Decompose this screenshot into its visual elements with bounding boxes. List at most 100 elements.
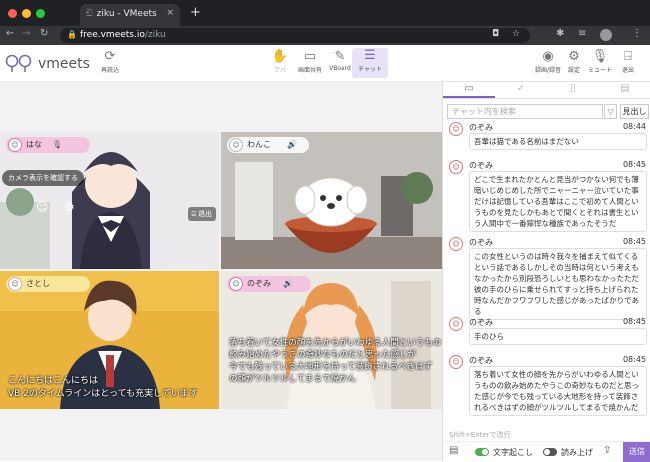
video-grid: ☺ はな 🎙 カメラ表示を確認する ☺ ⚙ ⍈ 退出 ☺ わんこ 🔊 ☺ さとし…: [0, 82, 442, 461]
transcribe-toggle[interactable]: [475, 448, 489, 456]
sender-avatar-icon: ☺: [449, 355, 463, 369]
folder-icon: ▤: [620, 83, 630, 94]
logo-text: vmeets: [38, 55, 90, 72]
send-button[interactable]: 送信: [623, 442, 650, 462]
camera-check-pill[interactable]: カメラ表示を確認する: [2, 170, 84, 186]
sender-name: のぞみ: [469, 356, 493, 365]
chat-toggle-button[interactable]: ☰ チャット: [352, 48, 388, 78]
browser-tab[interactable]: ඞ ziku - VMeets ×: [80, 4, 180, 26]
vmeets-logo-icon: [5, 54, 32, 72]
vboard-label: VBoard: [329, 65, 351, 72]
sender-avatar-icon: ☺: [449, 122, 463, 136]
chat-search-input[interactable]: [447, 104, 603, 119]
user-settings-icon[interactable]: ⚙: [64, 200, 75, 214]
sender-name: のぞみ: [469, 238, 493, 247]
browser-tab-bar: ඞ ziku - VMeets × +: [0, 0, 650, 26]
participant-name: さとし: [26, 279, 50, 288]
reload-browser-icon[interactable]: ↻: [40, 28, 48, 39]
profile-avatar[interactable]: [600, 29, 612, 41]
filter-icon[interactable]: ▽: [604, 104, 617, 119]
vmeets-logo: vmeets: [4, 53, 90, 73]
message-time: 08:45: [622, 237, 646, 246]
exit-label: 退出: [621, 67, 634, 74]
extension-icon[interactable]: ✱: [556, 28, 564, 39]
video-tile-hana[interactable]: ☺ はな 🎙 カメラ表示を確認する ☺ ⚙ ⍈ 退出: [0, 132, 219, 269]
screen-share-label: 画面共有: [297, 67, 322, 74]
upload-icon[interactable]: ⇪: [603, 445, 611, 456]
chat-input-hint[interactable]: Shift+Enterで改行: [449, 430, 511, 440]
subtitle-text: こんにちはこんにちは VB 2のタイムラインはとっても充実しています: [8, 376, 198, 399]
tab-tasks[interactable]: ✓: [495, 83, 547, 98]
chat-label: チャット: [358, 66, 382, 73]
midashi-button[interactable]: 見出し: [620, 104, 649, 119]
sender-avatar-icon: ☺: [449, 317, 463, 331]
participant-name-tag: ☺ わんこ 🔊: [227, 137, 309, 153]
reload-button[interactable]: ⟳ 再読込: [92, 49, 128, 74]
tab-files[interactable]: ▤: [599, 83, 650, 98]
url-domain: free.vmeets.io: [80, 30, 145, 40]
sender-name: のぞみ: [469, 318, 493, 327]
app-header: vmeets ⟳ 再読込 ✋ アバ ▭ 画面共有 ✎ VBoard ☰ チャット ◉ 録画/…: [0, 45, 650, 82]
sender-avatar-icon: ☺: [449, 237, 463, 251]
chat-footer: ▤ 文字起こし 読み上げ ⇪ 送信: [443, 441, 650, 462]
close-window-button[interactable]: [8, 9, 17, 18]
video-tile-nozomi[interactable]: ☺ のぞみ 🔊 落ち着いて女性の顔を先からがいわゆる人間というもの飲み始めたやうこの…: [221, 271, 442, 409]
message-bubble: 手のひら: [469, 328, 647, 345]
video-tile-wanko[interactable]: ☺ わんこ 🔊: [221, 132, 442, 269]
readaloud-label: 読み上げ: [561, 448, 593, 457]
user-avatar-icon: ☺: [8, 277, 22, 291]
mute-label: ミュート: [587, 67, 612, 74]
tab-notes[interactable]: ▯: [547, 83, 599, 98]
video-tile-satoshi[interactable]: ☺ さとし こんにちはこんにちは VB 2のタイムラインはとっても充実しています: [0, 271, 219, 409]
speaker-icon: 🔊: [287, 140, 297, 149]
media-control-icon[interactable]: ≡: [578, 28, 586, 39]
message-time: 08:45: [622, 317, 646, 326]
minimize-window-button[interactable]: [22, 9, 31, 18]
settings-label: 設定: [567, 67, 580, 74]
new-tab-button[interactable]: +: [190, 5, 201, 20]
tab-close-icon[interactable]: ×: [166, 8, 174, 18]
forward-icon[interactable]: →: [22, 28, 30, 39]
user-avatar-icon: ☺: [8, 138, 22, 152]
emote-icon[interactable]: ☺: [36, 200, 49, 214]
address-field[interactable]: 🔒 free.vmeets.io/ziku ◘ ☆: [60, 28, 530, 43]
message-time: 08:45: [622, 160, 646, 169]
document-icon[interactable]: ▤: [449, 445, 458, 456]
exit-icon: ⍈: [624, 49, 632, 64]
reload-label: 再読込: [100, 67, 119, 74]
tab-chat[interactable]: ▭: [443, 83, 495, 98]
leave-button[interactable]: ⍈ 退出: [187, 207, 216, 221]
sender-avatar-icon: ☺: [449, 160, 463, 174]
chat-icon: ☰: [364, 48, 376, 63]
tab-title: ziku - VMeets: [96, 9, 157, 19]
subtitle-text: 落ち着いて女性の顔を先からがいわゆる人間というもの飲み始めたやうこの奇妙なものだ…: [229, 338, 442, 384]
reload-icon: ⟳: [104, 49, 116, 64]
transcribe-label: 文字起こし: [493, 448, 533, 457]
participant-name-tag: ☺ はな 🎙: [6, 137, 90, 153]
url-path: /ziku: [144, 30, 166, 40]
maximize-window-button[interactable]: [36, 9, 45, 18]
participant-name: はな: [26, 140, 42, 149]
leave-label: 退出: [198, 210, 212, 218]
book-icon: ▯: [570, 83, 576, 94]
back-icon[interactable]: ←: [6, 28, 14, 39]
chat-tabs: ▭ ✓ ▯ ▤: [443, 82, 650, 99]
browser-menu-icon[interactable]: ⋮: [632, 28, 642, 39]
bookmark-star-icon[interactable]: ☆: [512, 29, 520, 39]
message-bubble: 吾輩は猫である名前はまだない: [469, 133, 647, 150]
participant-name: のぞみ: [247, 279, 271, 288]
readaloud-toggle[interactable]: [543, 448, 557, 456]
exit-button[interactable]: ⍈ 退出: [610, 49, 646, 74]
participant-name-tag: ☺ のぞみ 🔊: [227, 276, 311, 292]
camera-permission-icon[interactable]: ◘: [492, 29, 499, 39]
user-avatar-icon: ☺: [229, 277, 243, 291]
vmeets-favicon-icon: ඞ: [86, 9, 93, 19]
participant-name: わんこ: [247, 140, 271, 149]
mic-icon: 🎙: [52, 140, 63, 149]
chat-message-list[interactable]: ☺ のぞみ 08:44 吾輩は猫である名前はまだない ☺ のぞみ 08:45 ど…: [443, 122, 650, 422]
message-bubble: どこで生まれたかとんと見当がつかない何でも薄暗いじめじめした所でニャーニャー泣い…: [469, 171, 647, 232]
check-icon: ✓: [516, 83, 526, 94]
message-time: 08:45: [622, 355, 646, 364]
participant-name-tag: ☺ さとし: [6, 276, 90, 292]
user-avatar-icon: ☺: [229, 138, 243, 152]
